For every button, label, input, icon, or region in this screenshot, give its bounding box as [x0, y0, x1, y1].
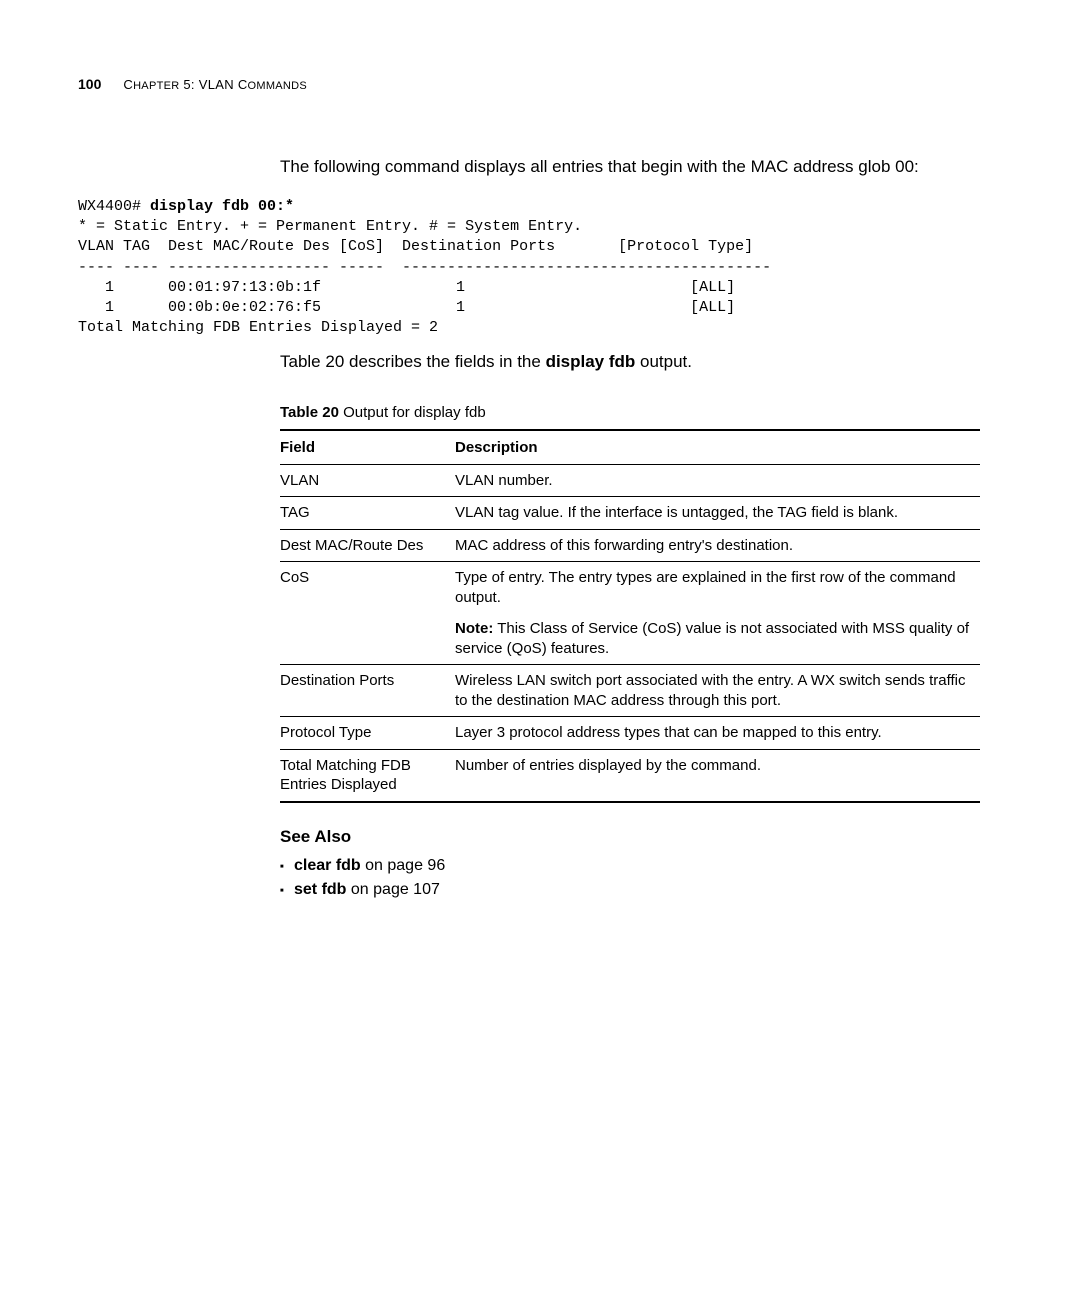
- table-row: Total Matching FDB Entries Displayed Num…: [280, 749, 980, 802]
- col-header-description: Description: [455, 430, 980, 465]
- note-label: Note:: [455, 620, 493, 637]
- see-also-item: set fdb on page 107: [280, 881, 1002, 899]
- table-row: TAG VLAN tag value. If the interface is …: [280, 497, 980, 530]
- table-row: Dest MAC/Route Des MAC address of this f…: [280, 529, 980, 562]
- cli-command: display fdb 00:*: [150, 198, 294, 215]
- cli-prompt: WX4400#: [78, 198, 150, 215]
- see-also-heading: See Also: [280, 827, 1002, 847]
- page: 100 CHAPTER 5: VLAN COMMANDS The followi…: [0, 0, 1080, 945]
- intro-paragraph: The following command displays all entri…: [280, 156, 1000, 179]
- table-caption: Table 20 Output for display fdb: [280, 404, 1002, 421]
- see-also-item: clear fdb on page 96: [280, 857, 1002, 875]
- page-header: 100 CHAPTER 5: VLAN COMMANDS: [78, 76, 1002, 92]
- post-code-paragraph: Table 20 describes the fields in the dis…: [280, 351, 1000, 374]
- see-also-section: See Also clear fdb on page 96 set fdb on…: [280, 827, 1002, 899]
- cli-output: WX4400# display fdb 00:* * = Static Entr…: [78, 197, 1002, 339]
- table-row: Note: This Class of Service (CoS) value …: [280, 613, 980, 665]
- col-header-field: Field: [280, 430, 455, 465]
- table-row: Protocol Type Layer 3 protocol address t…: [280, 717, 980, 750]
- table-row: Destination Ports Wireless LAN switch po…: [280, 665, 980, 717]
- output-table: Field Description VLAN VLAN number. TAG …: [280, 429, 980, 803]
- cli-lines: * = Static Entry. + = Permanent Entry. #…: [78, 218, 771, 336]
- page-number: 100: [78, 76, 101, 92]
- chapter-title: CHAPTER 5: VLAN COMMANDS: [123, 77, 307, 92]
- table-row: VLAN VLAN number.: [280, 464, 980, 497]
- table-row: CoS Type of entry. The entry types are e…: [280, 562, 980, 614]
